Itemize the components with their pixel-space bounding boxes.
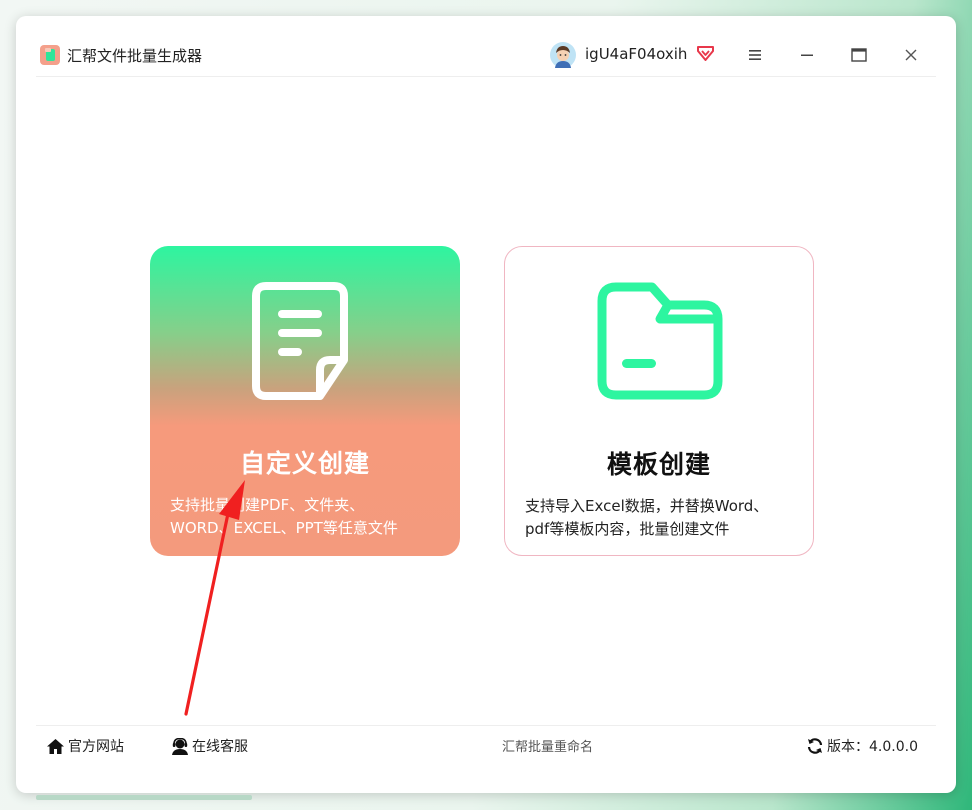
home-icon <box>47 738 64 754</box>
template-create-card[interactable]: 模板创建 支持导入Excel数据，并替换Word、 pdf等模板内容，批量创建文… <box>504 246 814 556</box>
template-create-title: 模板创建 <box>606 450 711 479</box>
vip-diamond-icon[interactable] <box>696 45 715 62</box>
app-logo-icon <box>40 45 60 65</box>
folder-icon <box>597 282 723 400</box>
support-icon <box>172 737 188 755</box>
title-divider <box>36 76 936 77</box>
custom-create-title: 自定义创建 <box>239 449 370 478</box>
username[interactable]: igU4aF04oxih <box>585 44 687 64</box>
online-support-link[interactable]: 在线客服 <box>171 736 248 756</box>
app-window: 汇帮文件批量生成器 igU4aF04oxih 自定义创建 支持批量创建PDF、文… <box>16 16 956 793</box>
document-icon <box>252 282 348 400</box>
bottom-strip <box>36 795 252 800</box>
menu-icon[interactable] <box>746 46 764 64</box>
custom-create-card[interactable]: 自定义创建 支持批量创建PDF、文件夹、 WORD、EXCEL、PPT等任意文件 <box>150 246 460 556</box>
minimize-icon[interactable] <box>798 46 816 64</box>
official-website-link[interactable]: 官方网站 <box>46 736 124 756</box>
close-icon[interactable] <box>902 46 920 64</box>
template-create-description: 支持导入Excel数据，并替换Word、 pdf等模板内容，批量创建文件 <box>525 497 769 538</box>
user-avatar[interactable] <box>550 42 576 68</box>
batch-rename-link[interactable]: 汇帮批量重命名 <box>502 736 593 755</box>
custom-create-description: 支持批量创建PDF、文件夹、 WORD、EXCEL、PPT等任意文件 <box>170 496 398 537</box>
version-info[interactable]: 版本：4.0.0.0 <box>806 736 918 756</box>
footer-divider <box>36 725 936 726</box>
maximize-icon[interactable] <box>850 46 868 64</box>
refresh-icon <box>807 738 823 754</box>
app-title: 汇帮文件批量生成器 <box>67 47 203 65</box>
title-bar: 汇帮文件批量生成器 igU4aF04oxih <box>16 16 956 76</box>
